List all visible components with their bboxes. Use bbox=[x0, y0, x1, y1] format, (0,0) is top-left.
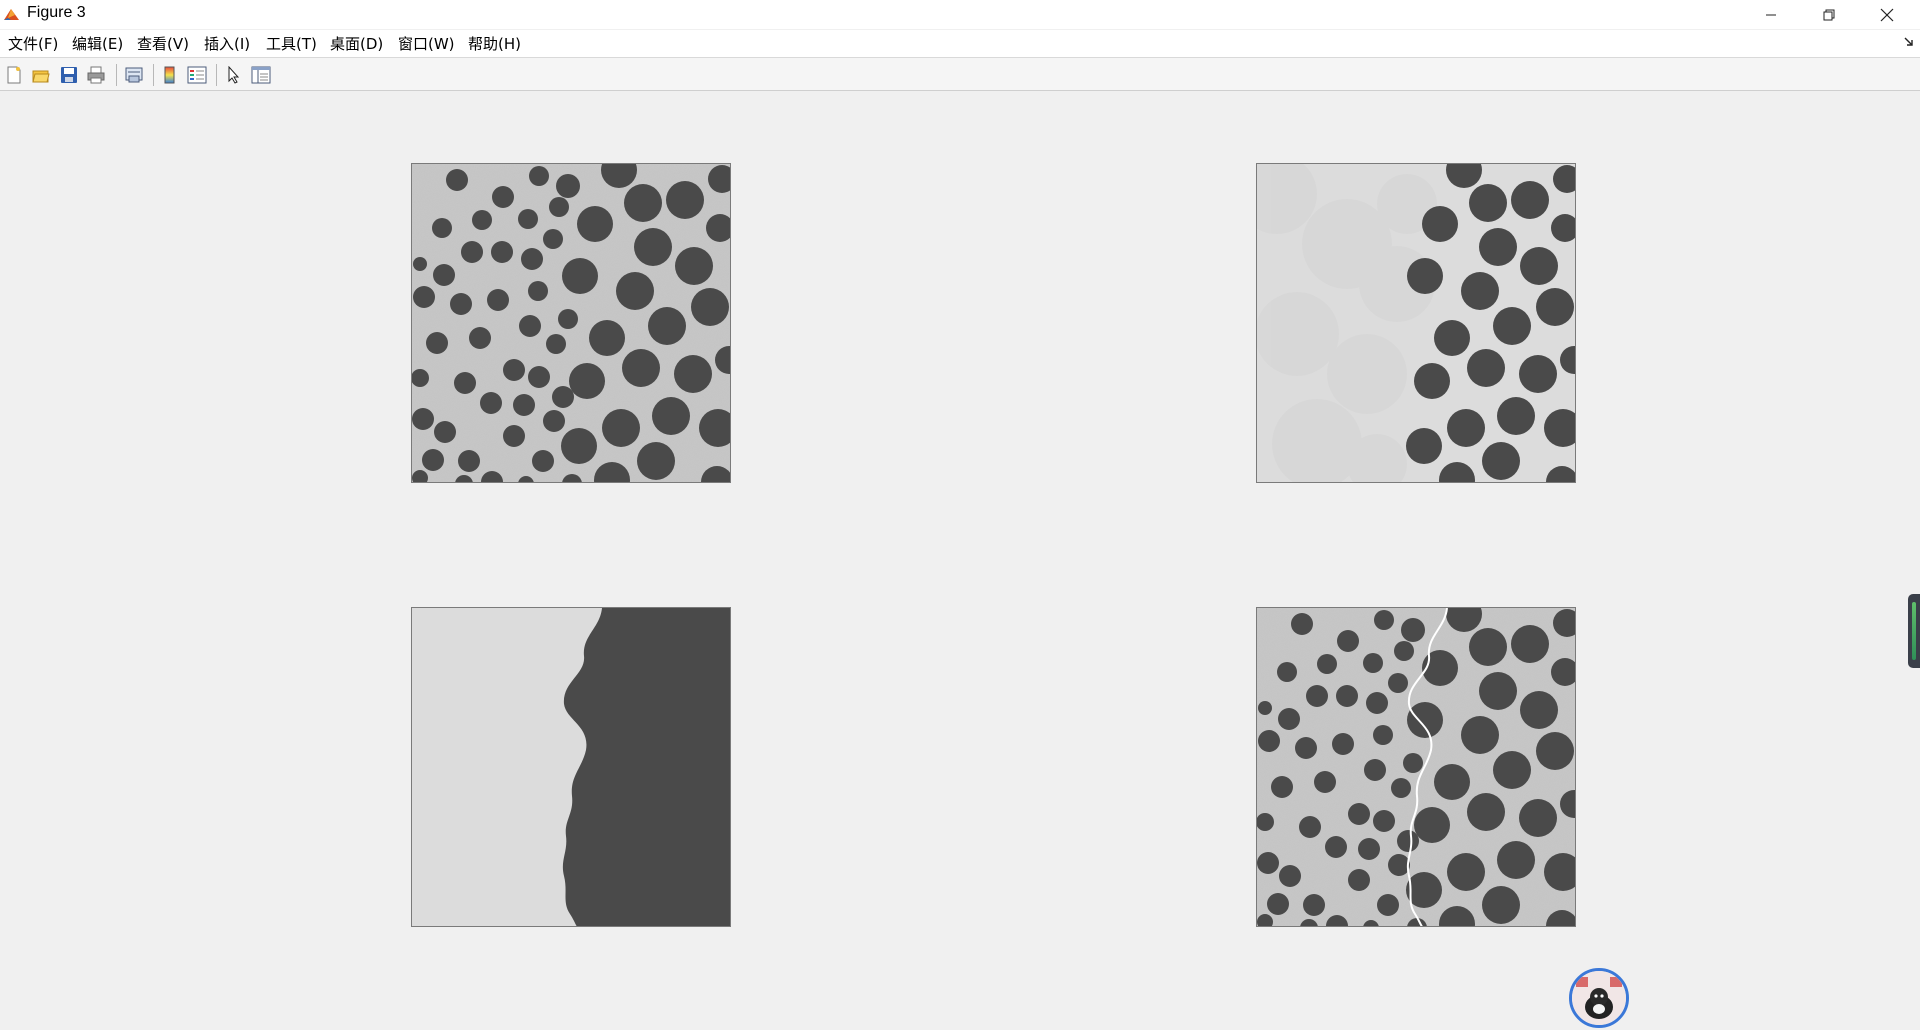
link-plot-icon bbox=[125, 67, 143, 83]
menu-edit[interactable]: 编辑(E) bbox=[72, 33, 123, 54]
insert-legend-icon bbox=[187, 66, 207, 84]
save-button[interactable] bbox=[58, 64, 80, 86]
edit-plot-button[interactable] bbox=[223, 64, 245, 86]
close-button[interactable] bbox=[1858, 0, 1916, 29]
insert-legend-button[interactable] bbox=[186, 64, 208, 86]
property-inspector-button[interactable] bbox=[250, 64, 272, 86]
print-button[interactable] bbox=[85, 64, 107, 86]
subplot-contour[interactable] bbox=[1256, 607, 1576, 927]
restore-button[interactable] bbox=[1800, 0, 1858, 29]
subplot-original[interactable] bbox=[411, 163, 731, 483]
property-inspector-icon bbox=[251, 66, 271, 84]
menu-desktop[interactable]: 桌面(D) bbox=[330, 33, 383, 54]
new-figure-icon bbox=[7, 66, 21, 84]
title-bar: Figure 3 bbox=[0, 0, 1920, 29]
insert-colorbar-icon bbox=[164, 66, 175, 84]
window-title: Figure 3 bbox=[27, 4, 86, 21]
segmented-image bbox=[1257, 164, 1575, 482]
menu-help[interactable]: 帮助(H) bbox=[468, 33, 521, 54]
cat-avatar-icon bbox=[1572, 971, 1626, 1025]
open-file-button[interactable] bbox=[30, 64, 52, 86]
save-icon bbox=[61, 67, 77, 83]
insert-colorbar-button[interactable] bbox=[159, 64, 181, 86]
side-panel-handle[interactable] bbox=[1908, 594, 1920, 668]
menu-window[interactable]: 窗口(W) bbox=[398, 33, 455, 54]
original-image bbox=[412, 164, 730, 482]
menu-file[interactable]: 文件(F) bbox=[8, 33, 58, 54]
subplot-mask[interactable] bbox=[411, 607, 731, 927]
open-file-icon bbox=[32, 70, 50, 83]
avatar[interactable] bbox=[1569, 968, 1629, 1028]
dock-arrow-icon[interactable] bbox=[1904, 37, 1914, 47]
minimize-icon bbox=[1766, 14, 1776, 15]
subplot-segmented[interactable] bbox=[1256, 163, 1576, 483]
contour-image bbox=[1257, 608, 1575, 926]
menu-bar: 文件(F) 编辑(E) 查看(V) 插入(I) 工具(T) 桌面(D) 窗口(W… bbox=[0, 30, 1920, 57]
link-plot-button[interactable] bbox=[123, 64, 145, 86]
restore-icon bbox=[1823, 9, 1835, 20]
menu-tools[interactable]: 工具(T) bbox=[266, 33, 317, 54]
matlab-icon bbox=[4, 9, 19, 20]
new-figure-button[interactable] bbox=[3, 64, 25, 86]
menu-insert[interactable]: 插入(I) bbox=[204, 33, 250, 54]
mask-image bbox=[412, 608, 730, 926]
edit-plot-arrow-icon bbox=[228, 66, 240, 84]
close-icon bbox=[1880, 8, 1894, 21]
minimize-button[interactable] bbox=[1742, 0, 1800, 29]
print-icon bbox=[87, 66, 105, 84]
menu-view[interactable]: 查看(V) bbox=[137, 33, 189, 54]
toolbar bbox=[0, 57, 1920, 91]
